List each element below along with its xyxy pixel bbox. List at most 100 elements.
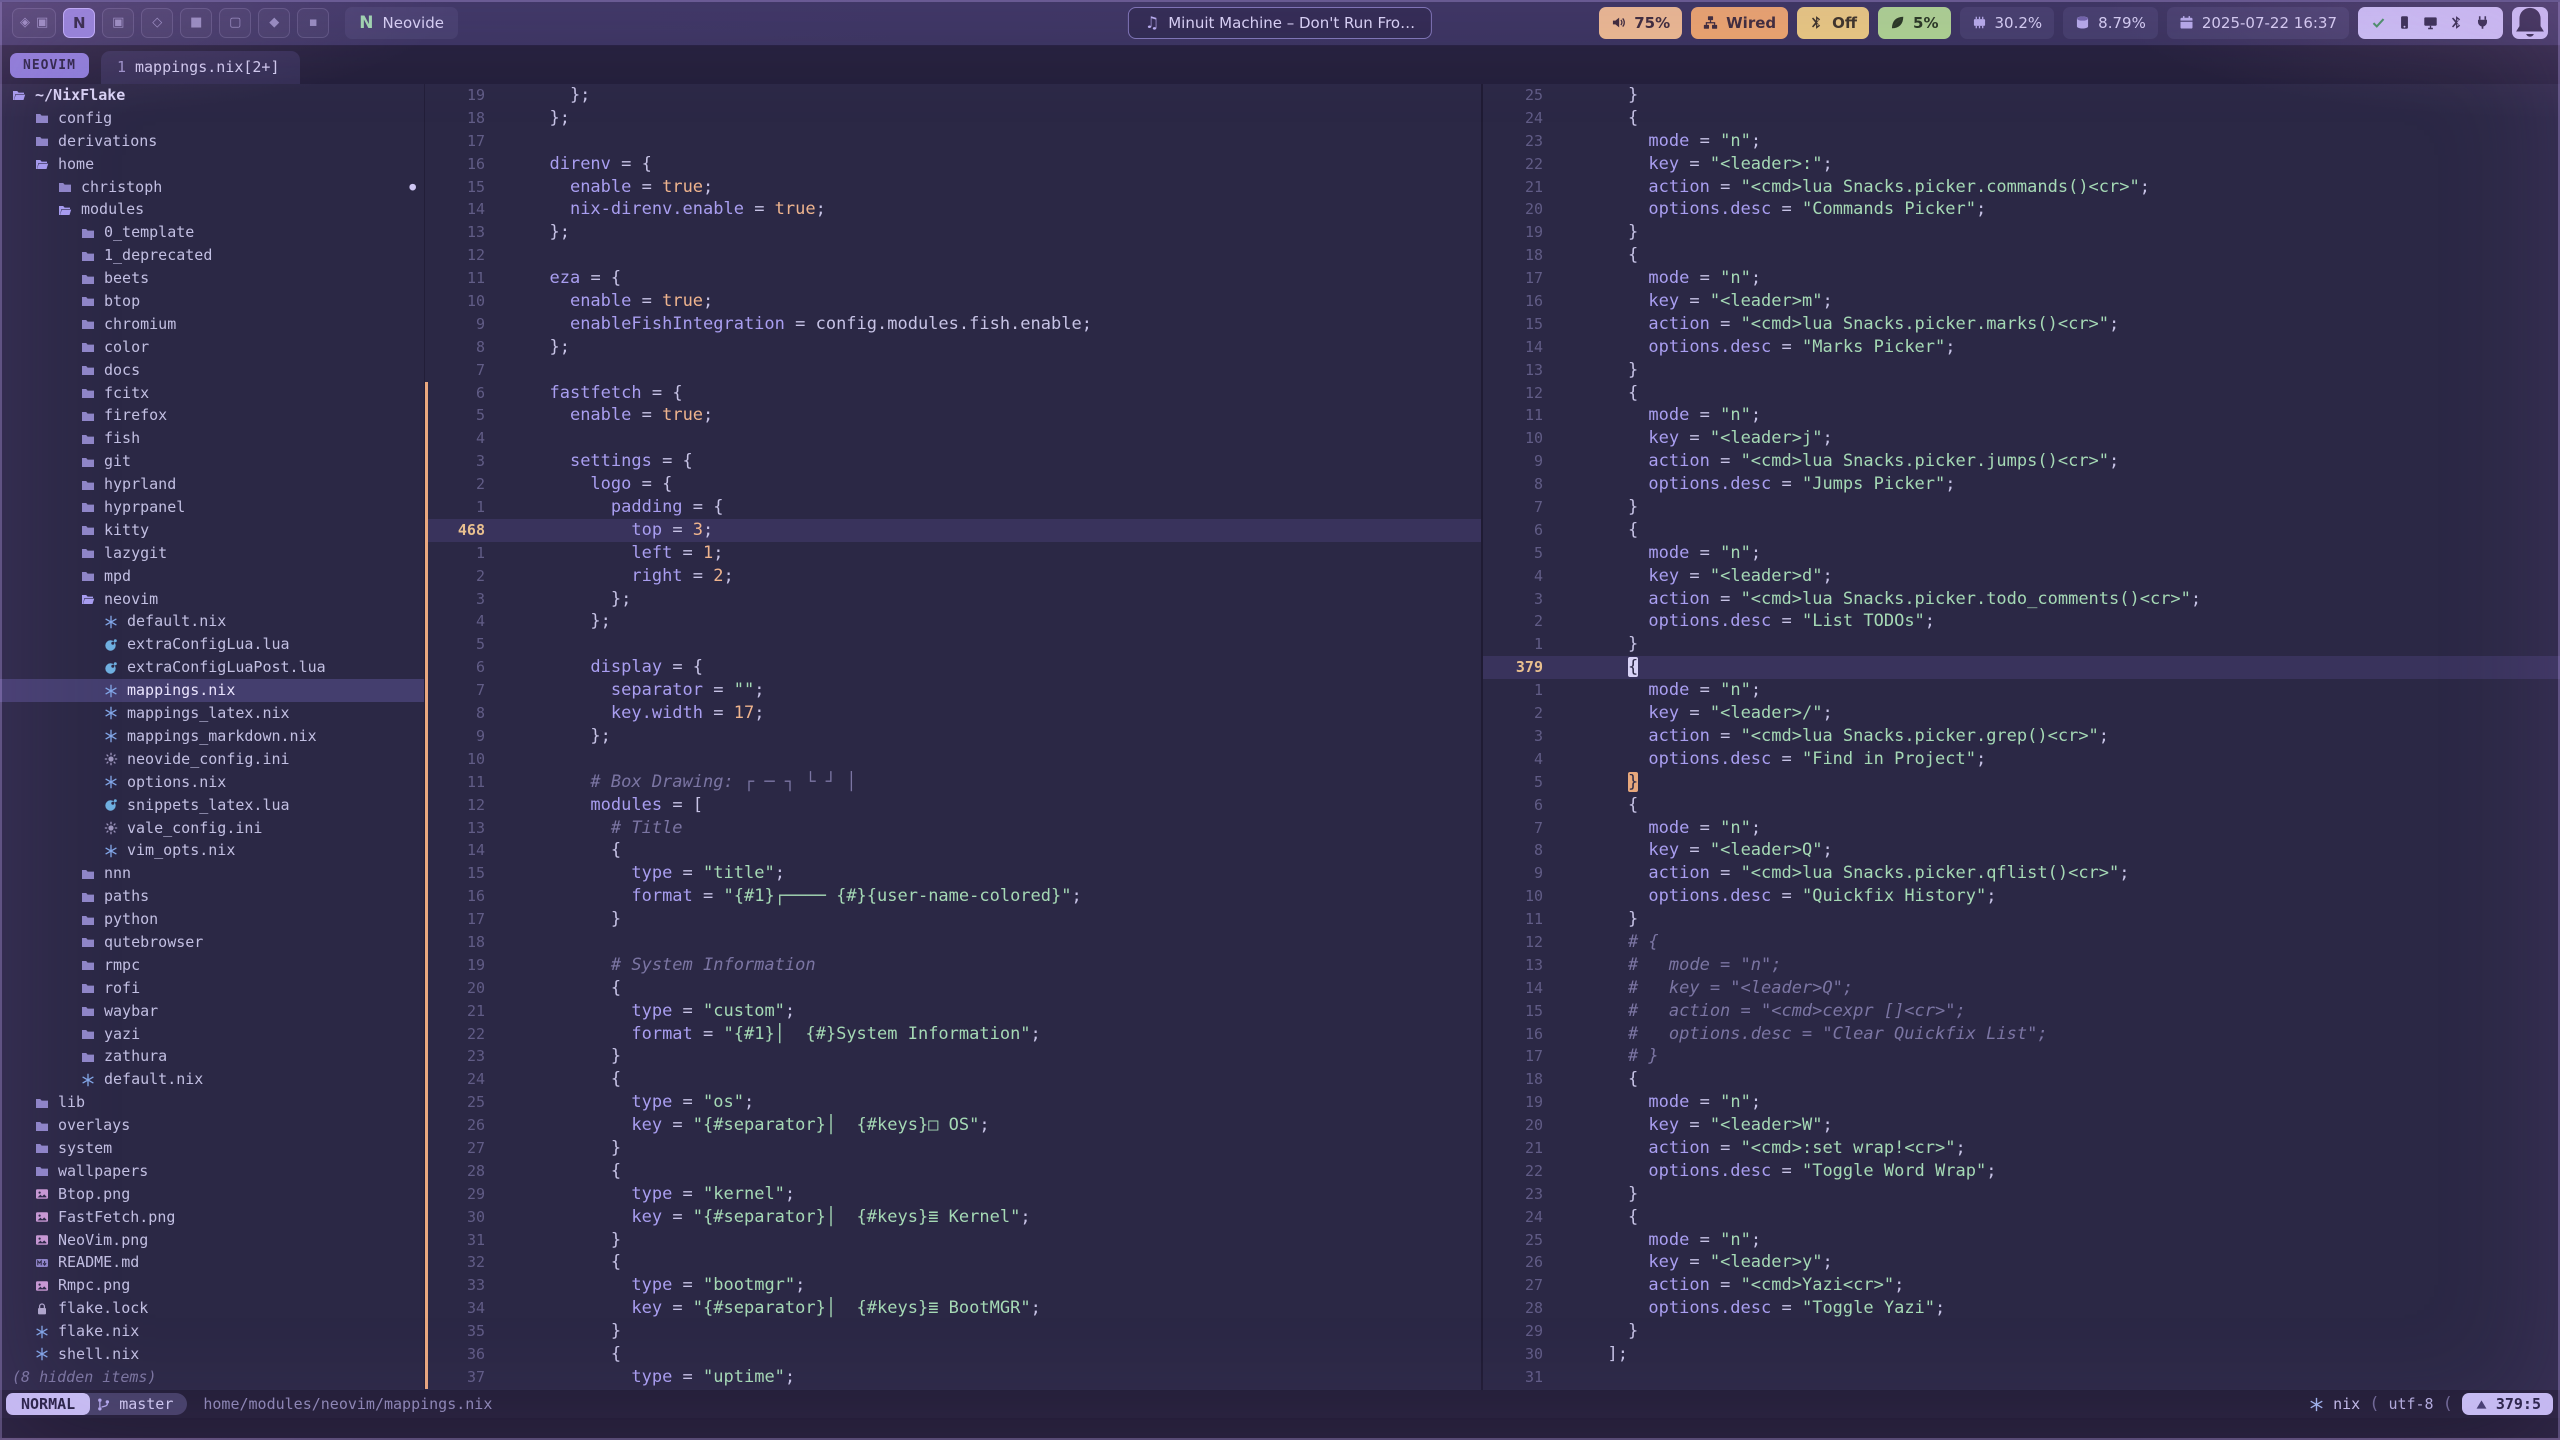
code-line[interactable]: 34 key = "{#separator}│ {#keys}≣ BootMGR…: [425, 1297, 1481, 1320]
code-line[interactable]: 15 type = "title";: [425, 862, 1481, 885]
code-line[interactable]: 15 enable = true;: [425, 176, 1481, 199]
code-line[interactable]: 1 mode = "n";: [1483, 679, 2560, 702]
code-line[interactable]: 25 }: [1483, 84, 2560, 107]
code-line[interactable]: 23 }: [1483, 1183, 2560, 1206]
code-line[interactable]: 19 # System Information: [425, 954, 1481, 977]
code-line[interactable]: 11 eza = {: [425, 267, 1481, 290]
editor-pane-right[interactable]: 25 }24 {23 mode = "n";22 key = "<leader>…: [1483, 84, 2560, 1390]
tree-item-color[interactable]: color: [0, 336, 424, 359]
workspace-4[interactable]: ◇: [141, 8, 173, 38]
code-line[interactable]: 30 key = "{#separator}│ {#keys}≣ Kernel"…: [425, 1206, 1481, 1229]
code-line[interactable]: 24 {: [1483, 1206, 2560, 1229]
code-line[interactable]: 7 mode = "n";: [1483, 817, 2560, 840]
code-line[interactable]: 27 action = "<cmd>Yazi<cr>";: [1483, 1274, 2560, 1297]
tree-item-python[interactable]: python: [0, 908, 424, 931]
memory-module[interactable]: 30.2%: [1960, 7, 2055, 39]
tree-item-git[interactable]: git: [0, 450, 424, 473]
workspace-1[interactable]: ◈▣: [12, 8, 56, 38]
code-line[interactable]: 12 {: [1483, 382, 2560, 405]
workspace-2[interactable]: N: [63, 8, 95, 38]
code-line[interactable]: 17 mode = "n";: [1483, 267, 2560, 290]
code-line[interactable]: 1 }: [1483, 633, 2560, 656]
tree-item-rmpc.png[interactable]: Rmpc.png: [0, 1274, 424, 1297]
tree-item-beets[interactable]: beets: [0, 267, 424, 290]
code-line[interactable]: 1 left = 1;: [425, 542, 1481, 565]
code-line[interactable]: 33 type = "bootmgr";: [425, 1274, 1481, 1297]
code-line[interactable]: 17: [425, 130, 1481, 153]
code-line[interactable]: 3 settings = {: [425, 450, 1481, 473]
tree-item-christoph[interactable]: christoph●: [0, 176, 424, 199]
code-line[interactable]: 10 options.desc = "Quickfix History";: [1483, 885, 2560, 908]
code-line[interactable]: 6 fastfetch = {: [425, 382, 1481, 405]
tree-item-wallpapers[interactable]: wallpapers: [0, 1160, 424, 1183]
tree-item-kitty[interactable]: kitty: [0, 519, 424, 542]
display-icon[interactable]: [2423, 15, 2438, 30]
code-line[interactable]: 9 action = "<cmd>lua Snacks.picker.jumps…: [1483, 450, 2560, 473]
code-line[interactable]: 3 action = "<cmd>lua Snacks.picker.todo_…: [1483, 588, 2560, 611]
tree-item-docs[interactable]: docs: [0, 359, 424, 382]
tree-item-lib[interactable]: lib: [0, 1091, 424, 1114]
code-line[interactable]: 37 type = "uptime";: [425, 1366, 1481, 1389]
tree-item-system[interactable]: system: [0, 1137, 424, 1160]
tree-item-shell.nix[interactable]: shell.nix: [0, 1343, 424, 1366]
tree-item-fcitx[interactable]: fcitx: [0, 382, 424, 405]
code-line[interactable]: 13 }: [1483, 359, 2560, 382]
code-line[interactable]: 18 };: [425, 107, 1481, 130]
tree-item-yazi[interactable]: yazi: [0, 1023, 424, 1046]
code-line[interactable]: 26 key = "{#separator}│ {#keys}□ OS";: [425, 1114, 1481, 1137]
code-line[interactable]: 18 {: [1483, 1068, 2560, 1091]
phone-icon[interactable]: [2397, 15, 2412, 30]
code-line[interactable]: 14 options.desc = "Marks Picker";: [1483, 336, 2560, 359]
code-line[interactable]: 16 key = "<leader>m";: [1483, 290, 2560, 313]
tree-item-paths[interactable]: paths: [0, 885, 424, 908]
editor-pane-left[interactable]: 19 };18 };1716 direnv = {15 enable = tru…: [425, 84, 1483, 1390]
code-line[interactable]: 4: [425, 427, 1481, 450]
tree-item-mpd[interactable]: mpd: [0, 565, 424, 588]
code-line[interactable]: 3 };: [425, 588, 1481, 611]
code-line[interactable]: 21 type = "custom";: [425, 1000, 1481, 1023]
tree-item-extraconfigluapost.lua[interactable]: extraConfigLuaPost.lua: [0, 656, 424, 679]
code-line[interactable]: 25 type = "os";: [425, 1091, 1481, 1114]
code-line[interactable]: 4 key = "<leader>d";: [1483, 565, 2560, 588]
code-line[interactable]: 35 }: [425, 1320, 1481, 1343]
code-line[interactable]: 12 # {: [1483, 931, 2560, 954]
workspace-6[interactable]: ▢: [219, 8, 251, 38]
code-line[interactable]: 30 ];: [1483, 1343, 2560, 1366]
code-line[interactable]: 17 # }: [1483, 1045, 2560, 1068]
code-line[interactable]: 29 }: [1483, 1320, 2560, 1343]
code-line[interactable]: 22 format = "{#1}│ {#}System Information…: [425, 1023, 1481, 1046]
tree-item-mappings_markdown.nix[interactable]: mappings_markdown.nix: [0, 725, 424, 748]
tree-item-derivations[interactable]: derivations: [0, 130, 424, 153]
code-line[interactable]: 31: [1483, 1366, 2560, 1389]
code-line[interactable]: 6 display = {: [425, 656, 1481, 679]
code-line[interactable]: 22 options.desc = "Toggle Word Wrap";: [1483, 1160, 2560, 1183]
tree-item-extraconfiglua.lua[interactable]: extraConfigLua.lua: [0, 633, 424, 656]
code-line[interactable]: 22 key = "<leader>:";: [1483, 153, 2560, 176]
tree-item-flake.lock[interactable]: flake.lock: [0, 1297, 424, 1320]
bluetooth-module[interactable]: Off: [1797, 7, 1869, 39]
code-line[interactable]: 13 # Title: [425, 817, 1481, 840]
tree-item-btop[interactable]: btop: [0, 290, 424, 313]
tree-item-config[interactable]: config: [0, 107, 424, 130]
code-line[interactable]: 7 separator = "";: [425, 679, 1481, 702]
workspace-5[interactable]: ■: [180, 8, 212, 38]
code-line[interactable]: 9 action = "<cmd>lua Snacks.picker.qflis…: [1483, 862, 2560, 885]
code-line[interactable]: 26 key = "<leader>y";: [1483, 1251, 2560, 1274]
code-line[interactable]: 21 action = "<cmd>:set wrap!<cr>";: [1483, 1137, 2560, 1160]
tree-item-0_template[interactable]: 0_template: [0, 221, 424, 244]
code-line[interactable]: 8 };: [425, 336, 1481, 359]
code-line[interactable]: 12 modules = [: [425, 794, 1481, 817]
workspace-8[interactable]: ▪: [297, 8, 329, 38]
code-line[interactable]: 23 }: [425, 1045, 1481, 1068]
tree-item-neovim.png[interactable]: NeoVim.png: [0, 1229, 424, 1252]
tree-item-snippets_latex.lua[interactable]: snippets_latex.lua: [0, 794, 424, 817]
tree-item-options.nix[interactable]: options.nix: [0, 771, 424, 794]
code-line[interactable]: 16 direnv = {: [425, 153, 1481, 176]
code-line[interactable]: 29 type = "kernel";: [425, 1183, 1481, 1206]
tree-item-readme.md[interactable]: README.md: [0, 1251, 424, 1274]
code-line[interactable]: 8 options.desc = "Jumps Picker";: [1483, 473, 2560, 496]
code-line[interactable]: 20 {: [425, 977, 1481, 1000]
code-line[interactable]: 5 }: [1483, 771, 2560, 794]
tree-item-home[interactable]: home: [0, 153, 424, 176]
code-line[interactable]: 14 # key = "<leader>Q";: [1483, 977, 2560, 1000]
